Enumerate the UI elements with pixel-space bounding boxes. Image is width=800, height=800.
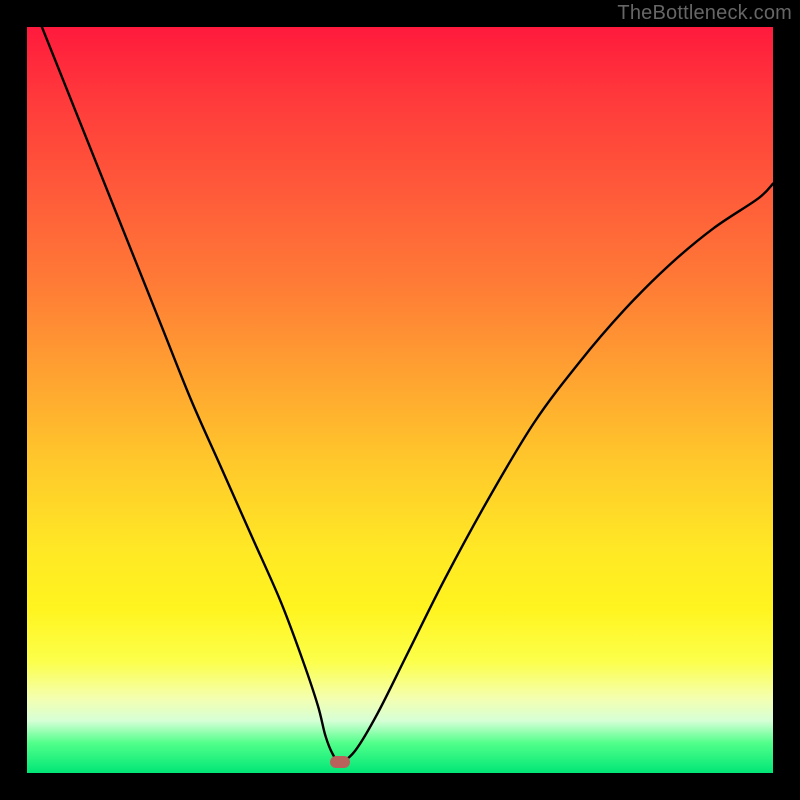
bottleneck-curve [27,27,773,773]
watermark-text: TheBottleneck.com [617,2,792,25]
plot-area [27,27,773,773]
chart-frame: TheBottleneck.com [0,0,800,800]
minimum-marker [330,756,350,768]
